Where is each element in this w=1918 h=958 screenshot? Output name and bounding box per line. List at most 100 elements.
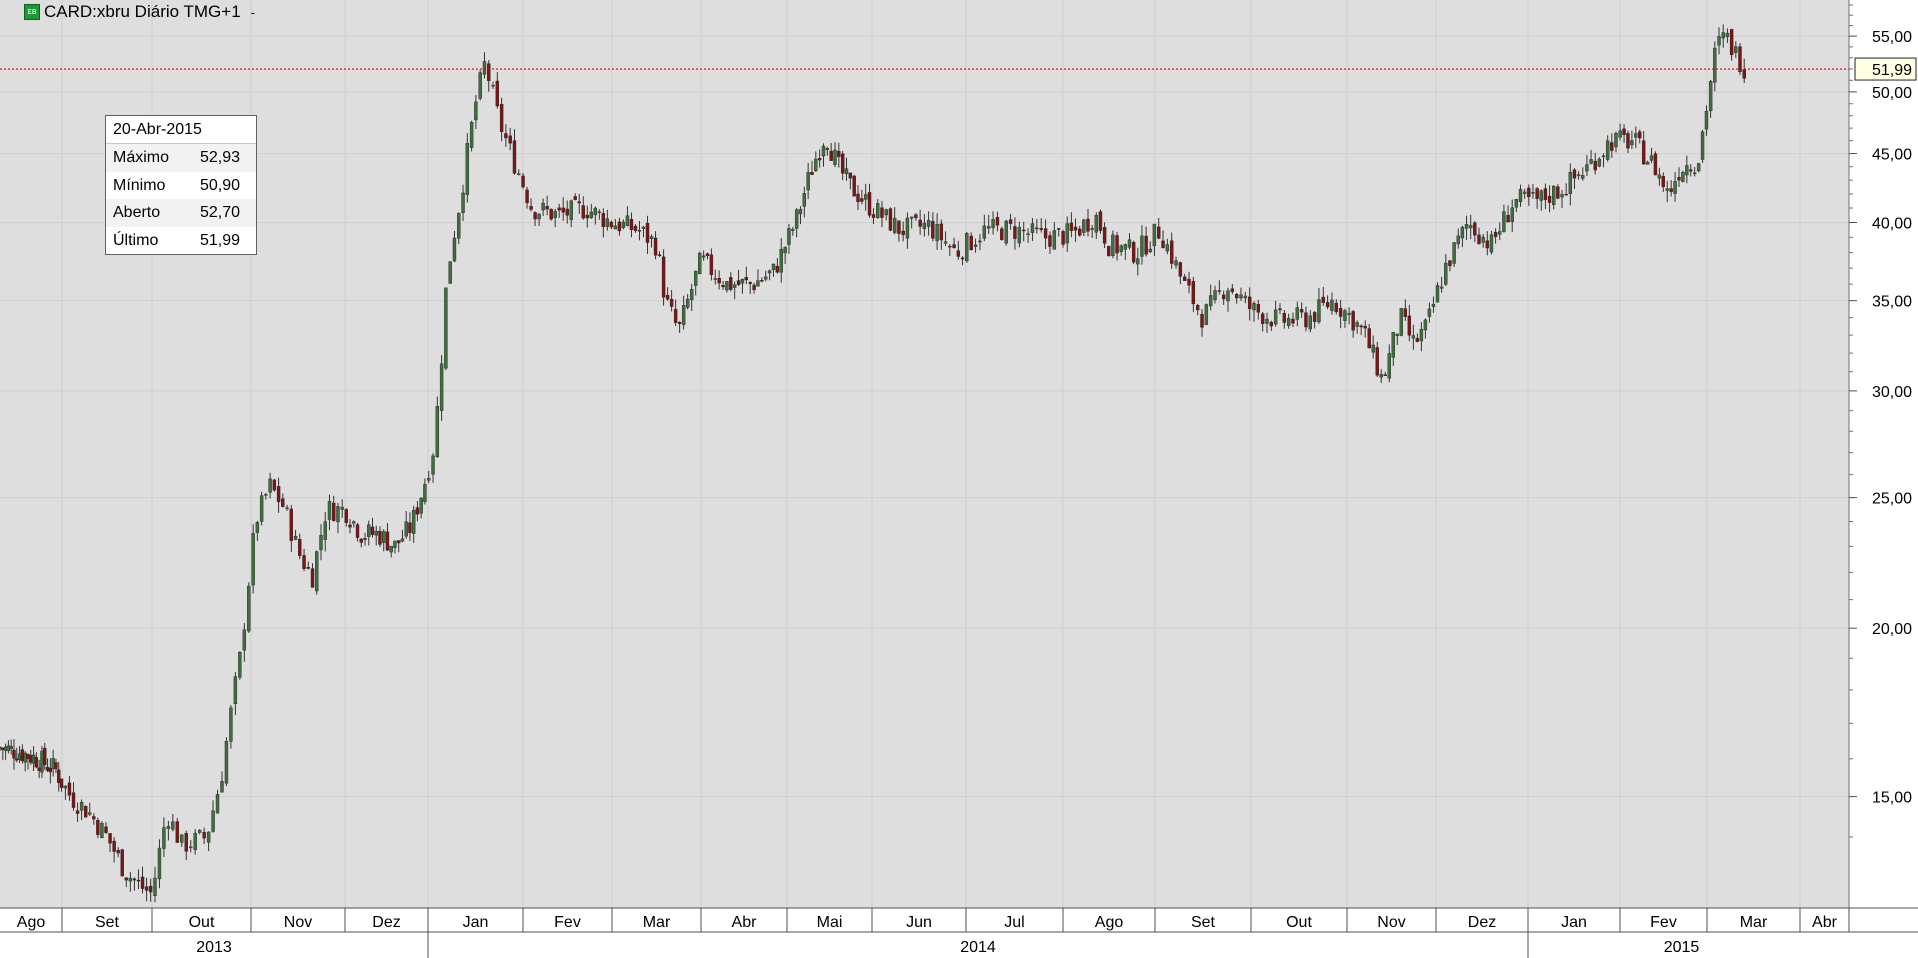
candle-body: [79, 801, 84, 811]
candle-body: [1622, 128, 1626, 135]
candle-body: [633, 225, 638, 231]
y-axis-tick-label: 40,00: [1872, 216, 1912, 233]
candle-body: [1645, 161, 1650, 165]
candle-body: [1004, 220, 1008, 244]
candle-body: [423, 484, 427, 502]
candle-body: [157, 847, 162, 880]
candle-body: [1411, 335, 1416, 339]
y-axis-tick-label: 15,00: [1872, 790, 1912, 807]
candle-body: [1030, 223, 1035, 233]
candle-body: [255, 522, 260, 533]
candle-body: [673, 309, 678, 323]
candle-body: [363, 538, 367, 540]
candle-body: [1589, 159, 1593, 164]
x-axis-month-label: Out: [189, 914, 215, 931]
candle-body: [238, 651, 242, 678]
candle-body: [189, 846, 193, 849]
candle-body: [1208, 295, 1213, 307]
candle-body: [504, 133, 508, 139]
candle-body: [1230, 288, 1235, 292]
candle-body: [289, 508, 294, 541]
candle-body: [1187, 278, 1191, 286]
candle-body: [197, 829, 202, 833]
info-label: Mínimo: [113, 176, 166, 194]
candle-body: [272, 479, 277, 491]
candle-body: [914, 214, 918, 219]
candle: [100, 821, 104, 839]
candle-body: [104, 826, 108, 833]
candle-body: [1039, 228, 1043, 230]
candle-body: [487, 63, 491, 82]
candle-body: [661, 256, 666, 298]
candle-body: [871, 214, 876, 218]
candle-body: [1626, 133, 1630, 149]
x-axis-year-label: 2015: [1664, 939, 1700, 956]
candle-body: [613, 225, 618, 230]
candle-body: [508, 135, 512, 144]
info-date: 20-Abr-2015: [106, 116, 256, 144]
candle-body: [348, 524, 352, 528]
candle-body: [352, 521, 356, 524]
candle-body: [340, 506, 344, 510]
candle-body: [124, 877, 128, 881]
candle-body: [175, 821, 180, 843]
candle-body: [474, 101, 478, 121]
candle: [888, 207, 893, 232]
chart-title-bar[interactable]: EB CARD:xbru Diário TMG+1 ‑: [24, 2, 255, 22]
dropdown-arrow-icon[interactable]: ‑: [251, 5, 255, 20]
candle-body: [1017, 227, 1022, 244]
candle-body: [1022, 229, 1026, 232]
candle-body: [709, 254, 714, 275]
candle-body: [935, 223, 939, 242]
candle-body: [1685, 165, 1689, 176]
candle-body: [982, 225, 987, 239]
candle-body: [1502, 211, 1506, 232]
candle-body: [1704, 110, 1709, 130]
candle-body: [760, 280, 764, 282]
info-value: 50,90: [200, 176, 241, 194]
candle-body: [45, 766, 50, 771]
candle-body: [1052, 230, 1057, 250]
candle-body: [605, 218, 610, 227]
x-axis-month-label: Mar: [1740, 914, 1768, 931]
candle-body: [1260, 313, 1265, 324]
candle-body: [1689, 169, 1693, 172]
candle-body: [1489, 234, 1494, 253]
candle-body: [825, 148, 830, 150]
x-axis-month-label: Set: [1191, 914, 1216, 931]
candle-body: [457, 213, 461, 239]
candle-body: [1407, 315, 1412, 336]
candle-body: [1477, 234, 1481, 245]
candle-body: [752, 284, 756, 290]
candle-body: [83, 806, 88, 818]
last-price-value: 51,99: [1872, 62, 1912, 79]
candle-body: [411, 510, 416, 534]
y-axis-tick-label: 50,00: [1872, 85, 1912, 102]
candle-body: [1115, 235, 1119, 254]
candle: [1653, 151, 1658, 176]
candle-body: [791, 229, 795, 231]
candle-body: [206, 831, 211, 843]
info-row-open: Aberto 52,70: [106, 199, 256, 227]
candle-body: [1610, 142, 1614, 151]
x-axis-year-label: 2013: [196, 939, 232, 956]
candle: [1681, 170, 1685, 183]
candle-body: [1403, 308, 1408, 317]
x-axis-month-label: Nov: [1377, 914, 1405, 931]
candle-body: [306, 567, 310, 569]
candle-body: [545, 206, 549, 210]
candle: [238, 651, 242, 680]
candle-body: [211, 810, 215, 832]
candle-body: [1601, 155, 1606, 158]
candle-body: [1119, 245, 1123, 252]
candle-body: [533, 212, 537, 220]
candle-body: [901, 230, 905, 235]
candle-body: [549, 208, 553, 220]
x-axis-month-label: Jan: [1561, 914, 1587, 931]
candle-body: [1178, 262, 1183, 277]
candle-body: [1195, 305, 1200, 311]
candle-body: [374, 530, 378, 536]
candle-body: [669, 299, 674, 307]
candle-body: [817, 158, 822, 161]
candle-body: [382, 531, 386, 543]
